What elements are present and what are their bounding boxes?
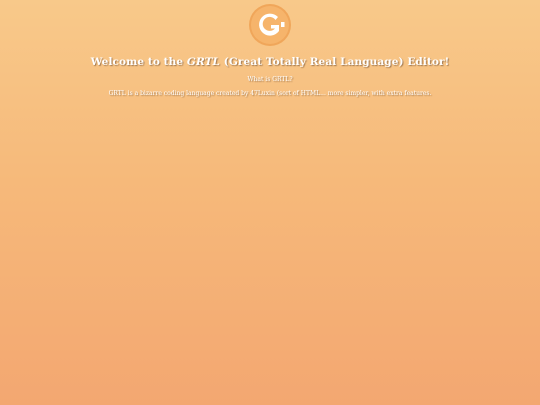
title-brand: GRTL (186, 56, 221, 68)
title-suffix: (Great Totally Real Language) Editor! (220, 56, 450, 68)
section-subtitle: What is GRTL? (247, 76, 293, 83)
editor-welcome-page: Welcome to the GRTL (Great Totally Real … (0, 0, 540, 405)
page-title: Welcome to the GRTL (Great Totally Real … (91, 56, 450, 68)
grtl-logo-svg (249, 4, 291, 46)
title-prefix: Welcome to the (90, 56, 187, 68)
logo-accent-bar (281, 22, 285, 27)
description-text: GRTL is a bizarre coding language create… (108, 90, 432, 97)
grtl-logo-icon (248, 3, 292, 47)
